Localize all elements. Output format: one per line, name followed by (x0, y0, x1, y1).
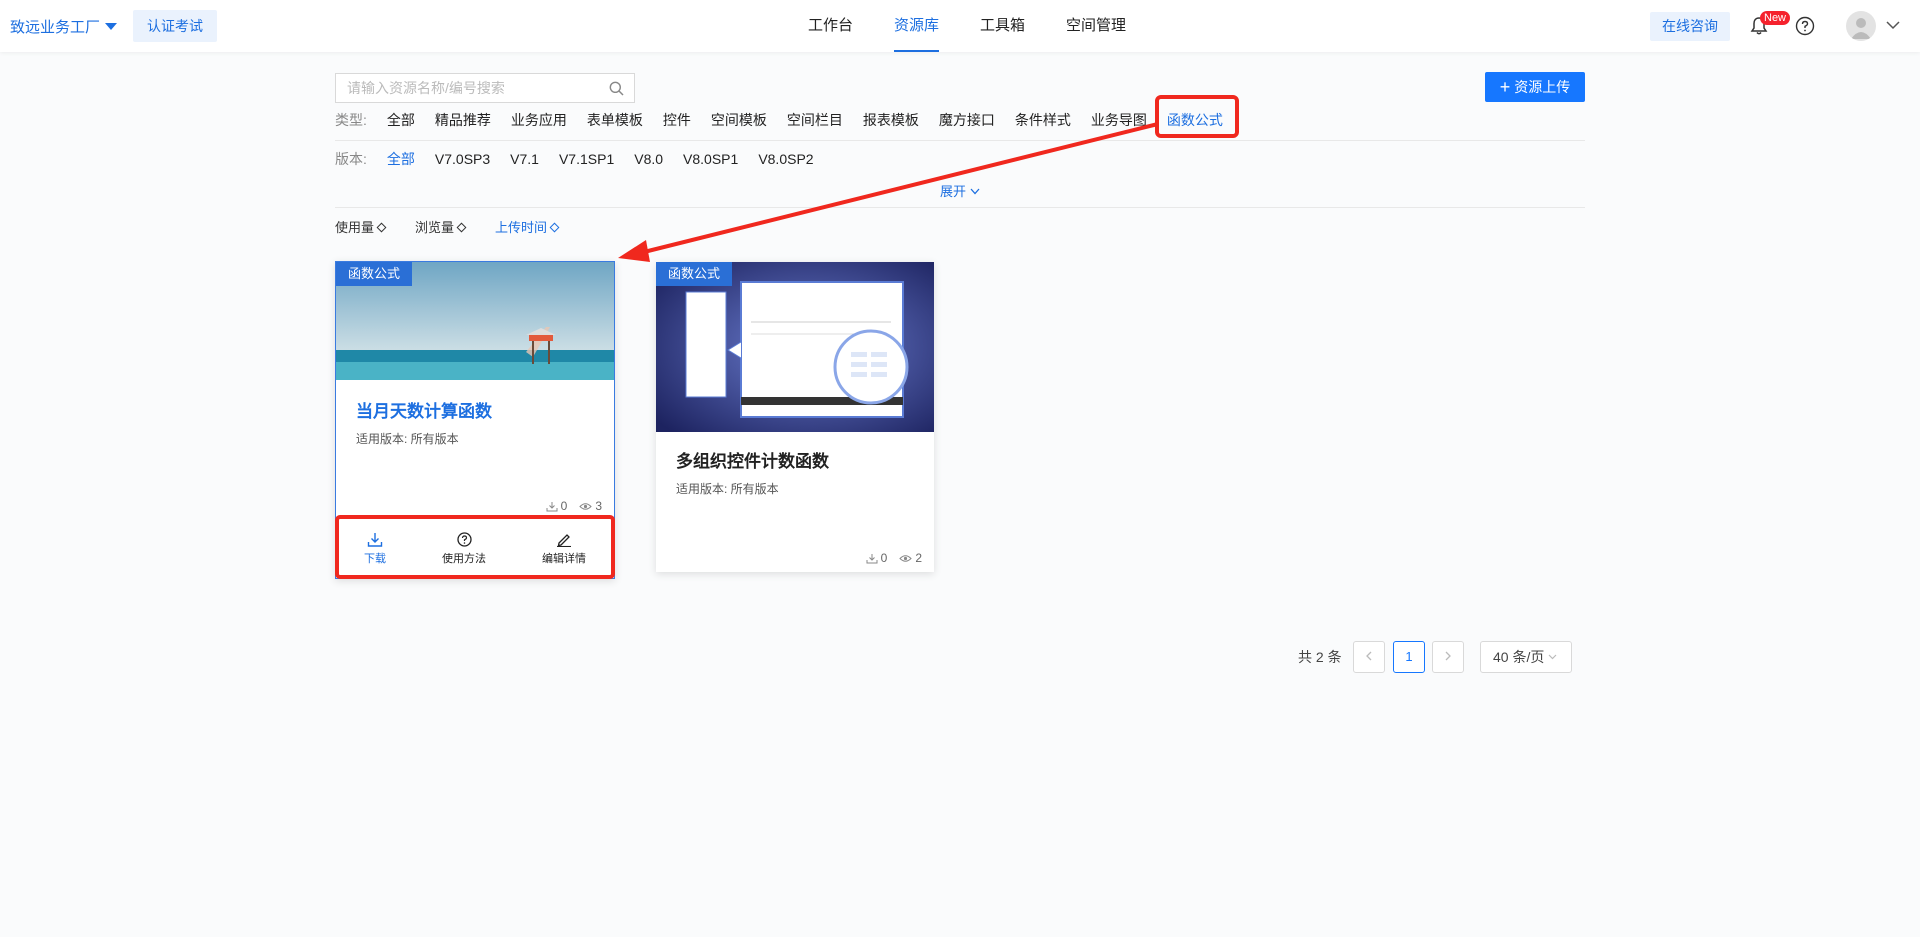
help-icon[interactable] (1795, 16, 1815, 36)
prev-page-button[interactable] (1353, 641, 1385, 673)
download-count: 0 (546, 499, 568, 513)
card-version: 适用版本: 所有版本 (676, 482, 779, 496)
download-count-value: 0 (880, 551, 888, 565)
chevron-down-icon (970, 188, 980, 195)
version-filter-v80[interactable]: V8.0 (634, 151, 663, 167)
sort-label: 上传时间 (495, 220, 548, 235)
function-formula-highlight-box (1155, 95, 1239, 138)
card-type-tag: 函数公式 (336, 262, 413, 286)
nav-toolbox[interactable]: 工具箱 (980, 0, 1025, 52)
nav-resource-library[interactable]: 资源库 (894, 0, 940, 52)
expand-label: 展开 (940, 184, 967, 199)
version-filter-v80sp2[interactable]: V8.0SP2 (758, 151, 813, 167)
type-filter-space-column[interactable]: 空间栏目 (787, 110, 843, 130)
card-actions-highlight-box (335, 515, 615, 579)
chevron-down-icon (1548, 654, 1557, 660)
avatar[interactable] (1846, 11, 1876, 41)
card-stats: 0 2 (866, 551, 922, 565)
version-filter-v70sp3[interactable]: V7.0SP3 (435, 151, 490, 167)
search-input[interactable] (336, 74, 596, 102)
type-filter-report-template[interactable]: 报表模板 (863, 110, 919, 130)
version-filter-v71sp1[interactable]: V7.1SP1 (559, 151, 614, 167)
caret-down-icon (105, 23, 118, 30)
type-filter-form-template[interactable]: 表单模板 (587, 110, 643, 130)
download-count: 0 (866, 551, 888, 565)
resource-card[interactable]: 函数公式 多组织控件计数函数 适用版本: 所有版本 0 2 (656, 262, 934, 572)
sort-by-views[interactable]: 浏览量 (415, 217, 467, 236)
page-1-button[interactable]: 1 (1393, 641, 1425, 673)
type-filter-cube-api[interactable]: 魔方接口 (939, 110, 995, 130)
sort-icon (376, 222, 387, 233)
expand-toggle[interactable]: 展开 (940, 181, 980, 200)
page-size-select[interactable]: 40 条/页 (1480, 641, 1572, 673)
card-stats: 0 3 (546, 499, 602, 513)
sort-label: 使用量 (335, 220, 375, 235)
top-header: 致远业务工厂 认证考试 工作台 资源库 工具箱 空间管理 在线咨询 New (0, 0, 1920, 52)
brand-name: 致远业务工厂 (10, 19, 101, 36)
type-filter-control[interactable]: 控件 (663, 110, 691, 130)
divider (335, 207, 1585, 208)
view-count: 2 (899, 551, 922, 565)
card-version: 适用版本: 所有版本 (356, 432, 459, 446)
certification-button[interactable]: 认证考试 (133, 10, 217, 42)
version-filter-v80sp1[interactable]: V8.0SP1 (683, 151, 738, 167)
main-nav: 工作台 资源库 工具箱 空间管理 (808, 0, 1167, 52)
type-filter-label: 类型: (335, 112, 367, 128)
nav-space-management[interactable]: 空间管理 (1066, 0, 1126, 52)
user-icon (1851, 18, 1871, 39)
next-page-button[interactable] (1432, 641, 1464, 673)
version-filter-label: 版本: (335, 151, 367, 167)
search-icon[interactable] (609, 81, 624, 96)
type-filter-all[interactable]: 全部 (387, 110, 415, 130)
type-filter-space-template[interactable]: 空间模板 (711, 110, 767, 130)
download-count-value: 0 (560, 499, 568, 513)
card-type-tag: 函数公式 (656, 262, 733, 286)
download-icon (866, 553, 878, 563)
view-count: 3 (579, 499, 602, 513)
sort-by-usage[interactable]: 使用量 (335, 217, 387, 236)
sort-label: 浏览量 (415, 220, 455, 235)
download-icon (546, 501, 558, 511)
page-size-value: 40 条/页 (1493, 649, 1545, 665)
chevron-left-icon (1366, 651, 1372, 661)
pagination-total: 共 2 条 (1298, 649, 1342, 665)
upload-label: 资源上传 (1514, 79, 1571, 95)
type-filter-condition-style[interactable]: 条件样式 (1015, 110, 1071, 130)
card-title[interactable]: 当月天数计算函数 (356, 397, 492, 422)
version-filter-v71[interactable]: V7.1 (510, 151, 539, 167)
view-count-value: 3 (595, 499, 602, 513)
eye-icon (579, 502, 593, 510)
eye-icon (899, 554, 913, 562)
chevron-right-icon (1445, 651, 1451, 661)
sort-icon (549, 222, 560, 233)
online-consult-button[interactable]: 在线咨询 (1650, 12, 1730, 41)
type-filter-business-map[interactable]: 业务导图 (1091, 110, 1147, 130)
type-filter-row: 类型: 全部 精品推荐 业务应用 表单模板 控件 空间模板 空间栏目 报表模板 … (335, 109, 1243, 131)
version-filter-all[interactable]: 全部 (387, 149, 415, 169)
new-badge: New (1760, 11, 1791, 25)
chevron-down-icon[interactable] (1886, 20, 1900, 30)
card-thumbnail-screenshot (656, 262, 934, 432)
type-filter-featured[interactable]: 精品推荐 (435, 110, 491, 130)
version-filter-row: 版本: 全部 V7.0SP3 V7.1 V7.1SP1 V8.0 V8.0SP1… (335, 148, 834, 170)
brand-switcher[interactable]: 致远业务工厂 (10, 16, 118, 37)
nav-workbench[interactable]: 工作台 (808, 0, 853, 52)
sort-by-upload-time[interactable]: 上传时间 (495, 217, 560, 236)
type-filter-business-app[interactable]: 业务应用 (511, 110, 567, 130)
card-title[interactable]: 多组织控件计数函数 (676, 447, 829, 472)
search-box (335, 73, 635, 103)
divider (335, 140, 1585, 141)
sort-row: 使用量 浏览量 上传时间 (335, 217, 588, 236)
view-count-value: 2 (915, 551, 922, 565)
upload-resource-button[interactable]: + 资源上传 (1485, 72, 1585, 102)
sort-icon (456, 222, 467, 233)
plus-icon: + (1499, 77, 1511, 97)
